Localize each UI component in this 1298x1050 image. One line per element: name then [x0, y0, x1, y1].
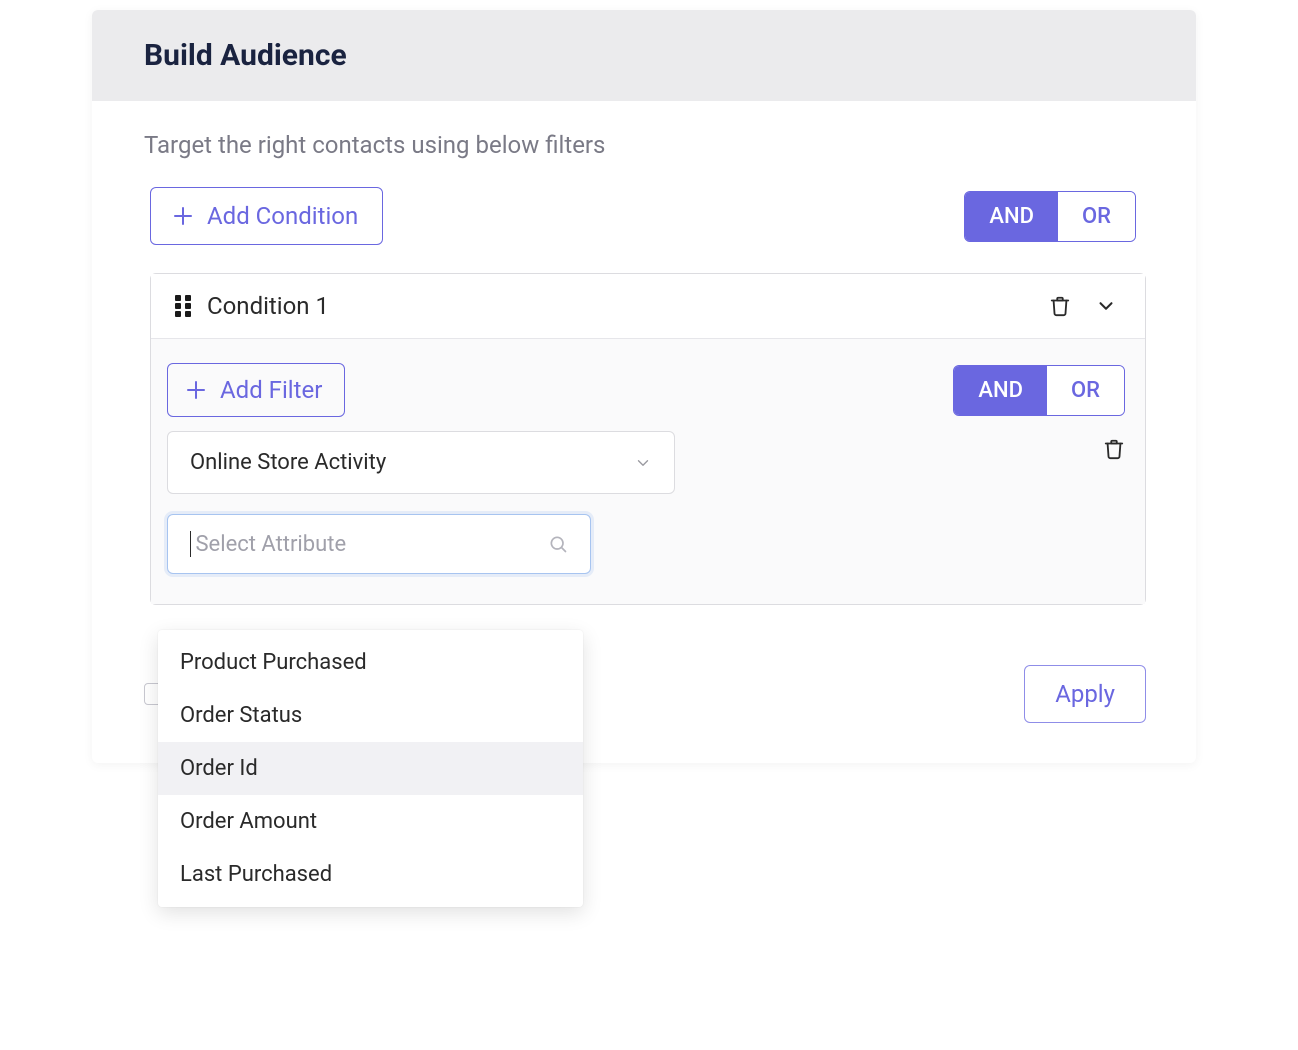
apply-button[interactable]: Apply [1024, 665, 1146, 723]
condition-header-right [1049, 294, 1117, 318]
filter-logic-or-button[interactable]: OR [1047, 366, 1124, 415]
dropdown-option[interactable]: Product Purchased [158, 636, 583, 689]
drag-handle-icon[interactable] [175, 295, 191, 317]
condition-title: Condition 1 [207, 292, 329, 320]
add-filter-label: Add Filter [220, 376, 322, 404]
filter-category-select[interactable]: Online Store Activity [167, 431, 675, 494]
dropdown-option[interactable]: Order Id [158, 742, 583, 795]
condition-card: Condition 1 [150, 273, 1146, 605]
add-condition-label: Add Condition [207, 202, 358, 230]
page-subtitle: Target the right contacts using below fi… [92, 101, 1196, 159]
chevron-down-icon [634, 454, 652, 472]
delete-condition-icon[interactable] [1049, 294, 1071, 318]
top-toolbar: Add Condition AND OR [92, 159, 1196, 273]
collapse-icon[interactable] [1095, 295, 1117, 317]
condition-body: Add Filter AND OR Online Store Activity [151, 338, 1145, 604]
panel-header: Build Audience [92, 10, 1196, 101]
add-filter-button[interactable]: Add Filter [167, 363, 345, 417]
search-icon [548, 534, 568, 554]
filter-logic-toggle: AND OR [953, 365, 1125, 416]
logic-or-button[interactable]: OR [1058, 192, 1135, 241]
add-condition-button[interactable]: Add Condition [150, 187, 383, 245]
attribute-search-input[interactable] [195, 532, 548, 557]
condition-header: Condition 1 [151, 274, 1145, 338]
attribute-search-field[interactable] [167, 514, 591, 574]
condition-logic-toggle: AND OR [964, 191, 1136, 242]
delete-filter-icon[interactable] [1103, 437, 1125, 465]
page-title: Build Audience [144, 38, 1148, 73]
dropdown-option[interactable]: Last Purchased [158, 848, 583, 901]
text-caret [190, 531, 191, 557]
dropdown-option[interactable]: Order Status [158, 689, 583, 742]
condition-header-left: Condition 1 [175, 292, 329, 320]
filter-category-value: Online Store Activity [190, 450, 386, 475]
attribute-dropdown: Product Purchased Order Status Order Id … [158, 630, 583, 907]
filter-logic-and-button[interactable]: AND [954, 366, 1047, 415]
plus-icon [186, 380, 206, 400]
filter-toolbar: Add Filter AND OR [167, 363, 1125, 427]
logic-and-button[interactable]: AND [965, 192, 1058, 241]
plus-icon [173, 206, 193, 226]
dropdown-option[interactable]: Order Amount [158, 795, 583, 848]
